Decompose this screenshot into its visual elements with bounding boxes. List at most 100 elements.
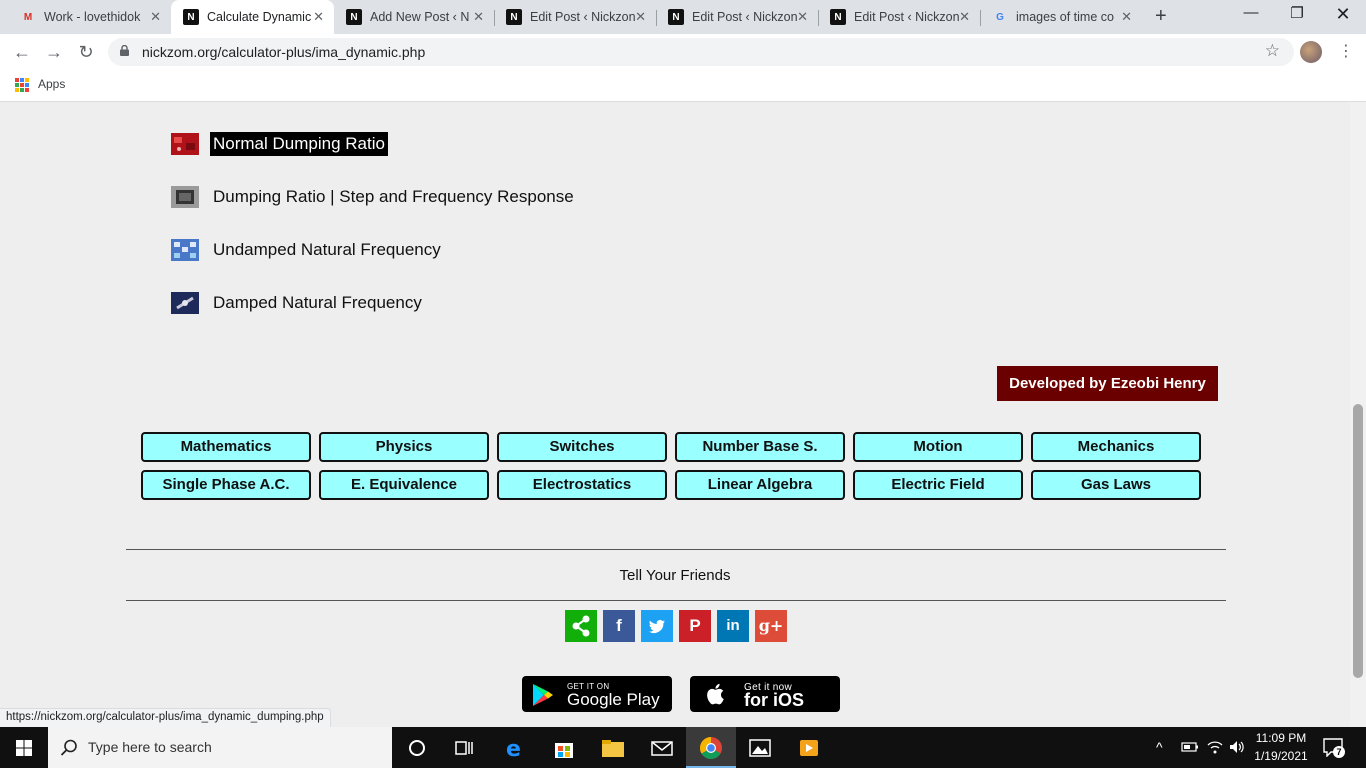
windows-logo-icon — [16, 740, 32, 756]
divider — [126, 600, 1226, 601]
apps-grid-icon[interactable] — [15, 78, 29, 92]
category-number-base[interactable]: Number Base S. — [675, 432, 845, 462]
url-text[interactable]: nickzom.org/calculator-plus/ima_dynamic.… — [142, 44, 425, 60]
chevron-up-icon[interactable]: ^ — [1156, 739, 1163, 755]
category-electrostatics[interactable]: Electrostatics — [497, 470, 667, 500]
tab-edit-post-1[interactable]: N Edit Post ‹ Nickzon ✕ — [494, 0, 656, 34]
developer-badge[interactable]: Developed by Ezeobi Henry — [997, 366, 1218, 401]
notification-count-badge: 7 — [1333, 746, 1345, 758]
lock-icon — [120, 45, 129, 56]
linkedin-button[interactable]: in — [717, 610, 749, 642]
ios-app-badge[interactable]: Get it now for iOS — [690, 676, 840, 712]
chrome-icon — [700, 737, 722, 759]
close-window-button[interactable]: ✕ — [1320, 4, 1366, 25]
browser-toolbar: ← → ↻ nickzom.org/calculator-plus/ima_dy… — [0, 34, 1366, 70]
reload-button[interactable]: ↻ — [74, 40, 98, 64]
share-icon — [572, 615, 590, 637]
google-play-badge[interactable]: GET IT ON Google Play — [522, 676, 672, 712]
tab-bar: M Work - lovethidok ✕ N Calculate Dynami… — [0, 0, 1366, 34]
linkedin-icon: in — [726, 617, 740, 634]
restore-button[interactable]: ❐ — [1274, 4, 1320, 22]
apps-link[interactable]: Apps — [38, 77, 65, 91]
new-tab-button[interactable]: + — [1155, 5, 1167, 28]
category-switches[interactable]: Switches — [497, 432, 667, 462]
volume-icon[interactable] — [1228, 739, 1246, 755]
tab-edit-post-3[interactable]: N Edit Post ‹ Nickzon ✕ — [818, 0, 980, 34]
close-icon[interactable]: ✕ — [635, 9, 646, 25]
category-e-equivalence[interactable]: E. Equivalence — [319, 470, 489, 500]
action-center-button[interactable]: 7 — [1322, 737, 1346, 759]
edge-browser-icon[interactable]: e — [502, 735, 528, 761]
link-damped-natural-frequency[interactable]: Damped Natural Frequency — [171, 291, 425, 315]
category-physics[interactable]: Physics — [319, 432, 489, 462]
gmail-icon: M — [23, 11, 33, 23]
taskbar-search-box[interactable]: Type here to search — [48, 727, 392, 768]
satellite-thumbnail — [171, 292, 199, 314]
twitter-icon — [649, 619, 665, 634]
scrollbar-thumb[interactable] — [1353, 404, 1363, 678]
address-bar[interactable]: nickzom.org/calculator-plus/ima_dynamic.… — [108, 38, 1294, 66]
close-icon[interactable]: ✕ — [797, 9, 808, 25]
pinterest-icon: P — [689, 616, 701, 635]
chip-thumbnail — [171, 186, 199, 208]
battery-icon[interactable] — [1181, 741, 1199, 753]
category-mathematics[interactable]: Mathematics — [141, 432, 311, 462]
bookmark-star-icon[interactable]: ☆ — [1265, 41, 1280, 61]
tab-gmail[interactable]: M Work - lovethidok ✕ — [8, 0, 171, 34]
mail-icon[interactable] — [649, 735, 675, 761]
category-electric-field[interactable]: Electric Field — [853, 470, 1023, 500]
close-icon[interactable]: ✕ — [150, 9, 161, 25]
minimize-button[interactable]: — — [1228, 4, 1274, 21]
circuit-board-thumbnail — [171, 133, 199, 155]
photos-icon[interactable] — [747, 735, 773, 761]
close-icon[interactable]: ✕ — [1121, 9, 1132, 25]
tab-add-new-post[interactable]: N Add New Post ‹ N ✕ — [334, 0, 494, 34]
facebook-icon: f — [616, 616, 622, 635]
store-icon[interactable] — [551, 735, 577, 761]
media-player-icon[interactable] — [796, 735, 822, 761]
clock-time: 11:09 PM — [1255, 731, 1307, 745]
category-motion[interactable]: Motion — [853, 432, 1023, 462]
nickzom-icon: N — [830, 9, 846, 25]
network-thumbnail — [171, 239, 199, 261]
bookmarks-bar: Apps — [0, 70, 1366, 102]
facebook-button[interactable]: f — [603, 610, 635, 642]
category-single-phase-ac[interactable]: Single Phase A.C. — [141, 470, 311, 500]
tell-your-friends-heading: Tell Your Friends — [619, 567, 731, 584]
back-button[interactable]: ← — [10, 40, 34, 64]
link-dumping-ratio-step[interactable]: Dumping Ratio | Step and Frequency Respo… — [171, 185, 577, 209]
google-plus-icon: g+ — [758, 616, 784, 635]
cortana-icon[interactable] — [404, 735, 430, 761]
link-normal-dumping-ratio[interactable]: Normal Dumping Ratio — [171, 132, 388, 156]
tab-calculate-dynamic[interactable]: N Calculate Dynamic ✕ — [171, 0, 334, 34]
search-icon — [60, 739, 77, 756]
nickzom-icon: N — [183, 9, 199, 25]
apple-icon — [707, 683, 724, 705]
twitter-button[interactable] — [641, 610, 673, 642]
clock[interactable]: 11:09 PM 1/19/2021 — [1252, 731, 1310, 763]
category-gas-laws[interactable]: Gas Laws — [1031, 470, 1201, 500]
nickzom-icon: N — [346, 9, 362, 25]
task-view-icon[interactable] — [451, 735, 477, 761]
close-icon[interactable]: ✕ — [959, 9, 970, 25]
nickzom-icon: N — [506, 9, 522, 25]
share-button[interactable] — [565, 610, 597, 642]
forward-button[interactable]: → — [42, 40, 66, 64]
tab-edit-post-2[interactable]: N Edit Post ‹ Nickzon ✕ — [656, 0, 818, 34]
close-icon[interactable]: ✕ — [313, 9, 324, 25]
pinterest-button[interactable]: P — [679, 610, 711, 642]
menu-dots-icon[interactable]: ⋮ — [1338, 41, 1354, 61]
file-explorer-icon[interactable] — [600, 735, 626, 761]
profile-avatar[interactable] — [1300, 41, 1322, 63]
close-icon[interactable]: ✕ — [473, 9, 484, 25]
windows-taskbar: Type here to search e ^ 11:09 PM 1/19/20… — [0, 727, 1366, 768]
wifi-icon[interactable] — [1206, 739, 1224, 755]
clock-date: 1/19/2021 — [1254, 749, 1308, 763]
tab-google-images[interactable]: G images of time co ✕ — [980, 0, 1142, 34]
google-plus-button[interactable]: g+ — [755, 610, 787, 642]
category-linear-algebra[interactable]: Linear Algebra — [675, 470, 845, 500]
link-undamped-natural-frequency[interactable]: Undamped Natural Frequency — [171, 238, 444, 262]
chrome-taskbar-button[interactable] — [686, 727, 736, 768]
category-mechanics[interactable]: Mechanics — [1031, 432, 1201, 462]
start-button[interactable] — [0, 727, 48, 768]
